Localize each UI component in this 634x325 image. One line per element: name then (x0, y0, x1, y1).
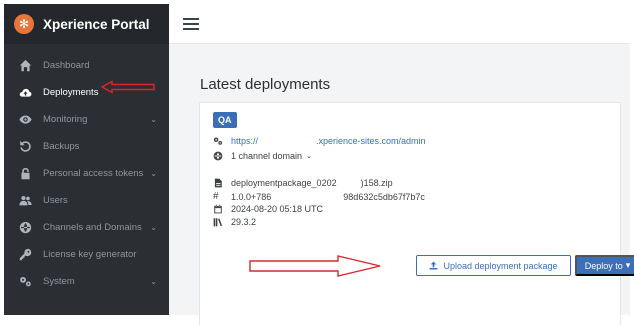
deployment-date: 2024-08-20 05:18 UTC (231, 204, 324, 214)
sidebar-item-personal-access-tokens[interactable]: Personal access tokens ⌄ (4, 160, 169, 187)
package-name-start: deploymentpackage_0202 (231, 178, 337, 188)
sidebar-item-license-key-generator[interactable]: License key generator (4, 241, 169, 268)
sidebar-item-monitoring[interactable]: Monitoring ⌄ (4, 106, 169, 133)
gears-icon (213, 136, 225, 146)
main-content: Latest deployments QA https:// .xperience… (169, 44, 634, 325)
deployment-card: QA https:// .xperience-sites.com/admin 1 … (199, 102, 634, 325)
upload-button-label: Upload deployment package (443, 260, 558, 271)
globe-icon (18, 221, 32, 235)
package-row: deploymentpackage_0202 )158.zip (213, 178, 393, 188)
home-icon (18, 59, 32, 73)
caret-down-icon: ▾ (625, 260, 631, 270)
package-name-end: )158.zip (360, 178, 393, 188)
annotation-arrow-left (100, 80, 155, 94)
calendar-icon (213, 204, 225, 214)
chevron-down-icon: ⌄ (150, 169, 157, 178)
sidebar-item-dashboard[interactable]: Dashboard (4, 52, 169, 79)
sidebar-item-label: Personal access tokens (43, 168, 144, 179)
site-url-end: .xperience-sites.com/admin (316, 136, 426, 146)
sidebar-item-backups[interactable]: Backups (4, 133, 169, 160)
sidebar-item-label: Deployments (43, 87, 99, 98)
site-url-link[interactable]: https:// .xperience-sites.com/admin (231, 136, 426, 146)
top-bar (169, 4, 630, 44)
globe-icon (213, 151, 225, 161)
sidebar-item-label: Backups (43, 141, 80, 152)
deploy-to-button[interactable]: Deploy to ▾ (575, 255, 634, 276)
site-url-start: https:// (231, 136, 259, 146)
upload-deployment-package-button[interactable]: Upload deployment package (416, 255, 571, 276)
chevron-down-icon: ⌄ (150, 115, 157, 124)
annotation-arrow-right (249, 255, 381, 277)
environment-badge: QA (213, 112, 237, 128)
eye-icon (18, 113, 32, 127)
cloud-upload-icon (18, 86, 32, 100)
date-row: 2024-08-20 05:18 UTC (213, 204, 323, 214)
upload-icon (430, 261, 438, 270)
hash-icon: # (213, 191, 219, 202)
sidebar-item-label: System (43, 276, 75, 287)
chevron-down-icon: ⌄ (150, 277, 157, 286)
sidebar-item-channels-and-domains[interactable]: Channels and Domains ⌄ (4, 214, 169, 241)
site-url-row: https:// .xperience-sites.com/admin (213, 136, 426, 146)
build-version: 29.3.2 (231, 217, 257, 227)
sidebar-item-users[interactable]: Users (4, 187, 169, 214)
chevron-down-icon: ⌄ (150, 223, 157, 232)
commit-hash: 98d632c5db67f7b7c (343, 191, 425, 202)
library-icon (213, 217, 225, 227)
brand-name: Xperience Portal (43, 16, 150, 32)
version-row: # 1.0.0+786 98d632c5db67f7b7c (213, 191, 425, 202)
channel-domains-row[interactable]: 1 channel domain ⌄ (213, 151, 312, 161)
sidebar-item-label: Channels and Domains (43, 222, 142, 233)
chevron-down-icon: ⌄ (306, 153, 312, 160)
deploy-button-label: Deploy to (584, 260, 623, 271)
gears-icon (18, 275, 32, 289)
brand-header[interactable]: ✻ Xperience Portal (4, 4, 169, 44)
sidebar-item-label: Monitoring (43, 114, 88, 125)
file-icon (213, 178, 225, 188)
sidebar-item-label: Users (43, 195, 68, 206)
sidebar-item-label: License key generator (43, 249, 137, 260)
menu-icon[interactable] (183, 17, 199, 30)
users-icon (18, 194, 32, 208)
channel-domains-label: 1 channel domain (231, 151, 303, 161)
restore-icon (18, 140, 32, 154)
page-title: Latest deployments (200, 76, 331, 93)
sidebar: ✻ Xperience Portal Dashboard Deployments… (4, 4, 169, 315)
version-value: 1.0.0+786 (231, 191, 272, 202)
sidebar-item-system[interactable]: System ⌄ (4, 268, 169, 295)
key-icon (18, 248, 32, 262)
lock-icon (18, 167, 32, 181)
sidebar-item-label: Dashboard (43, 60, 90, 71)
gear-flower-icon: ✻ (14, 14, 34, 34)
build-row: 29.3.2 (213, 217, 256, 227)
